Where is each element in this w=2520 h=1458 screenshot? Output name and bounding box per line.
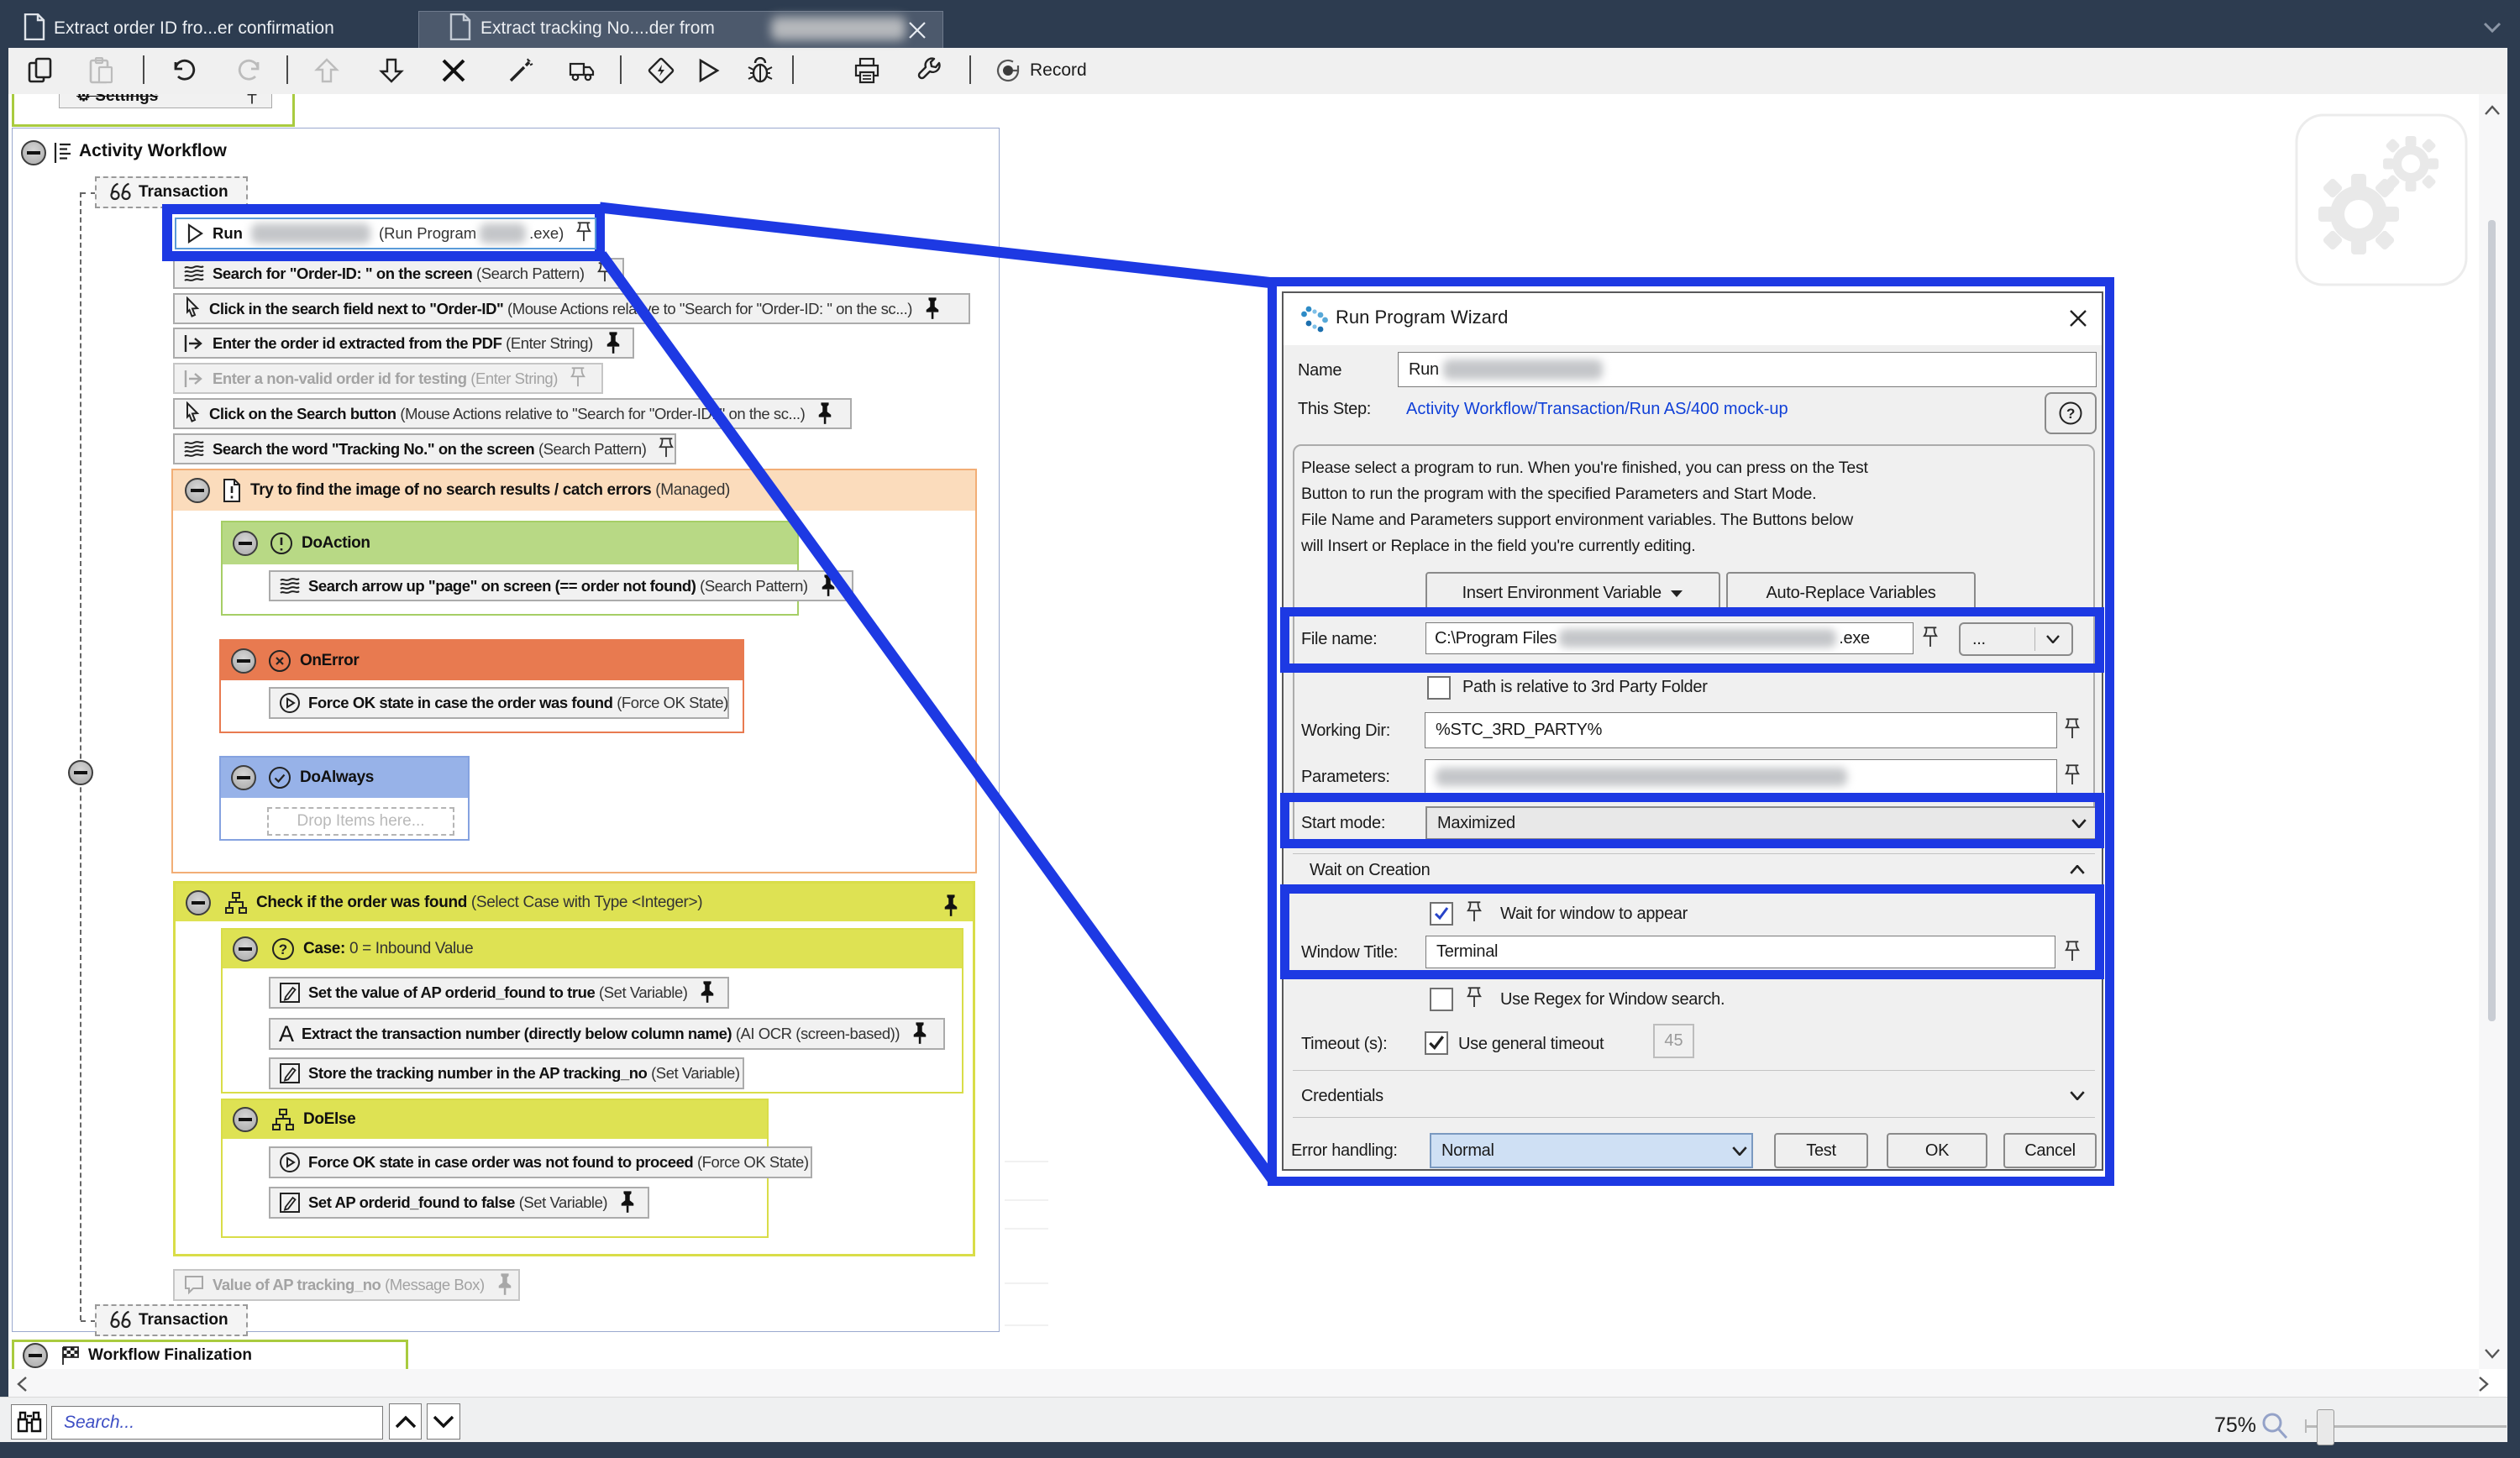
svg-text:?: ? <box>2066 406 2075 422</box>
svg-text:?: ? <box>279 941 287 957</box>
